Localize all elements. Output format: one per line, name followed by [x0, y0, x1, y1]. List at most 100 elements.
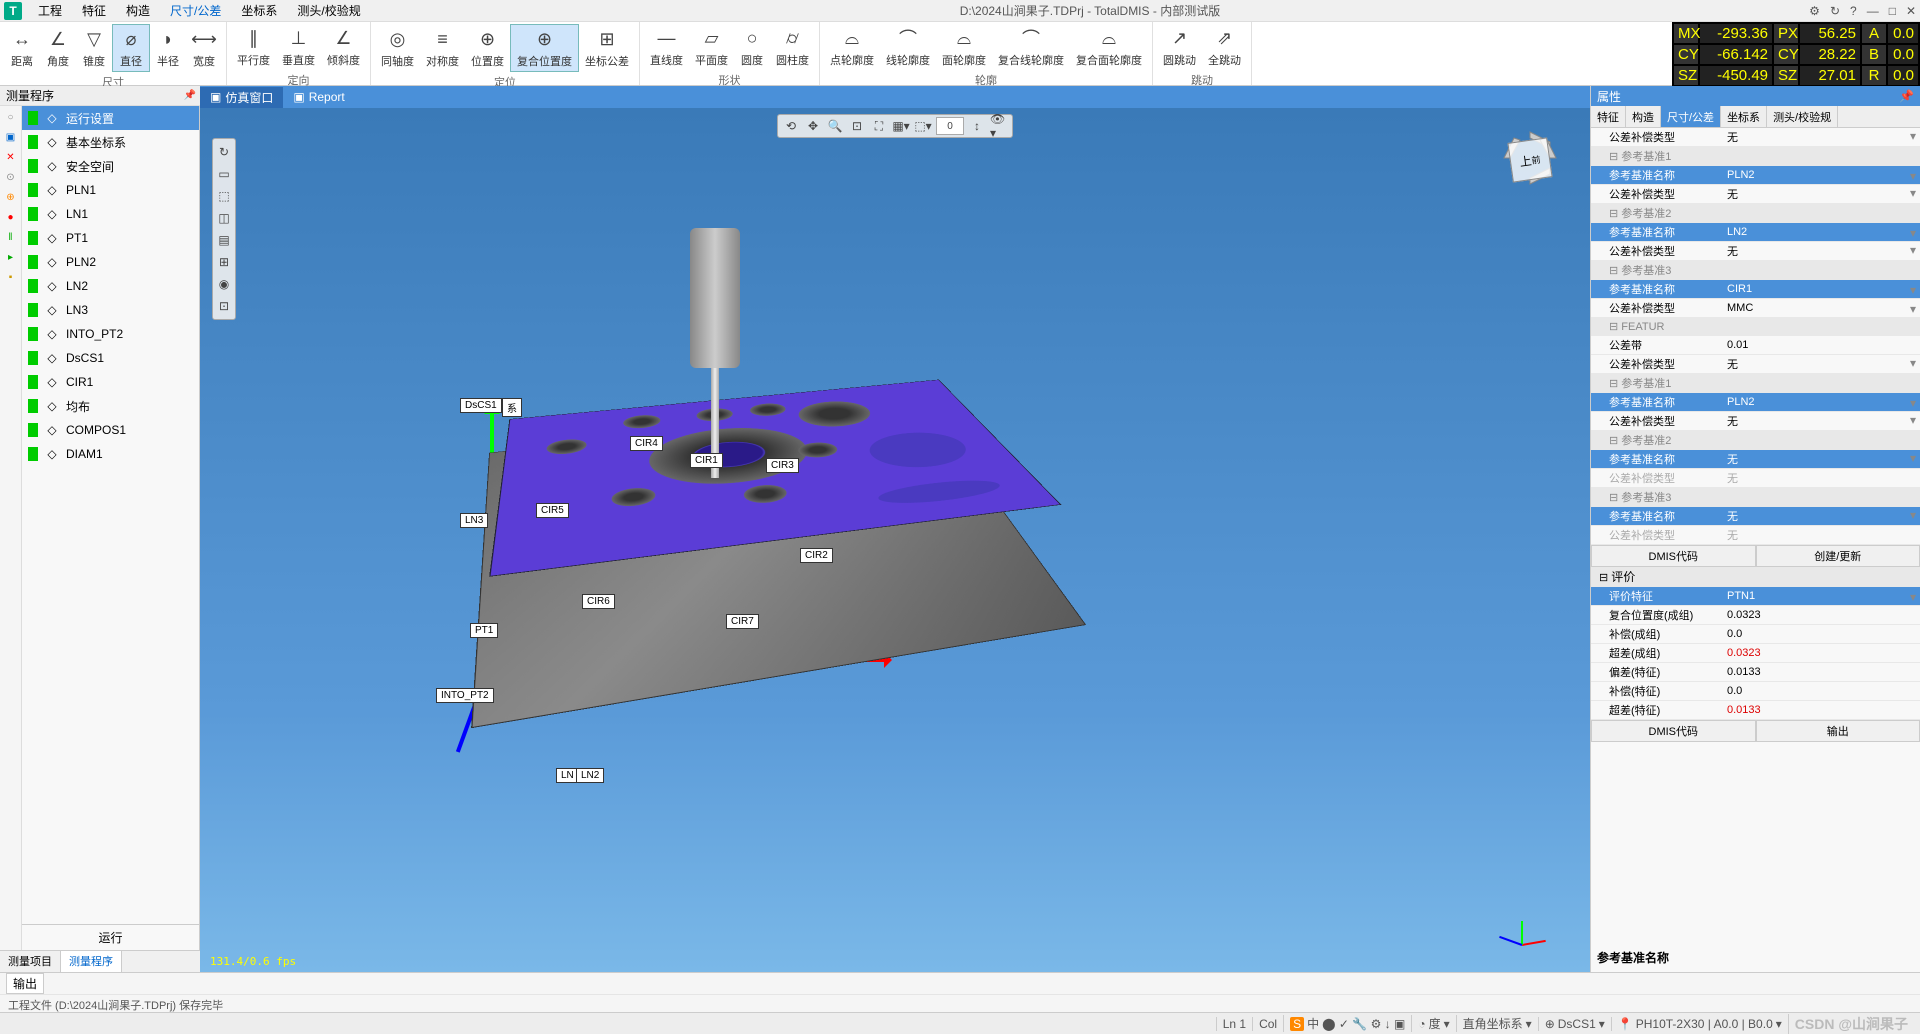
tool-icon[interactable]: ✕ [4, 150, 18, 164]
prop-tab-尺寸/公差[interactable]: 尺寸/公差 [1661, 106, 1721, 127]
view-tool-icon[interactable]: ⊞ [215, 253, 233, 271]
chevron-down-icon[interactable]: ▾ [1910, 590, 1916, 604]
view-tool-icon[interactable]: ◉ [215, 275, 233, 293]
chevron-down-icon[interactable]: ▾ [1910, 302, 1916, 316]
dmis-code-button[interactable]: DMIS代码 [1591, 545, 1756, 567]
prop-tab-特征[interactable]: 特征 [1591, 106, 1626, 127]
view-tool-icon[interactable]: ◫ [215, 209, 233, 227]
ribbon-复合线轮廓度[interactable]: ⌒复合线轮廓度 [992, 24, 1070, 70]
ribbon-倾斜度[interactable]: ∠倾斜度 [321, 24, 366, 70]
ribbon-角度[interactable]: ∠角度 [40, 24, 76, 72]
view-tool-icon[interactable]: ▦▾ [892, 117, 910, 135]
ribbon-距离[interactable]: ↔距离 [4, 24, 40, 72]
ribbon-圆度[interactable]: ○圆度 [734, 24, 770, 70]
tree-item-COMPOS1[interactable]: ◇COMPOS1 [22, 418, 199, 442]
menu-构造[interactable]: 构造 [116, 4, 160, 18]
view-tool-icon[interactable]: 👁▾ [990, 117, 1008, 135]
chevron-down-icon[interactable]: ▾ [1910, 283, 1916, 297]
prop-value[interactable]: 无▾ [1721, 242, 1920, 260]
menu-特征[interactable]: 特征 [72, 4, 116, 18]
tree-item-CIR1[interactable]: ◇CIR1 [22, 370, 199, 394]
tool-icon[interactable]: ‖ [4, 230, 18, 244]
chevron-down-icon[interactable]: ▾ [1910, 226, 1916, 240]
view-tool-icon[interactable]: ✥ [804, 117, 822, 135]
ribbon-锥度[interactable]: ▽锥度 [76, 24, 112, 72]
view-tab-仿真窗口[interactable]: ▣ 仿真窗口 [200, 87, 283, 108]
ribbon-复合位置度[interactable]: ⊕复合位置度 [510, 24, 579, 72]
run-button[interactable]: 运行 [22, 924, 199, 950]
prop-value[interactable]: LN2▾ [1721, 225, 1920, 239]
chevron-down-icon[interactable]: ▾ [1910, 451, 1916, 465]
tree-item-PLN1[interactable]: ◇PLN1 [22, 178, 199, 202]
prop-value[interactable]: PTN1▾ [1721, 589, 1920, 603]
output-tab[interactable]: 输出 [6, 973, 44, 994]
tool-icon[interactable]: ▣ [4, 130, 18, 144]
output-button[interactable]: 输出 [1756, 720, 1920, 742]
tool-icon[interactable]: ⊙ [4, 170, 18, 184]
view-tool-icon[interactable]: ▭ [215, 165, 233, 183]
status-deg[interactable]: ◔ 度 ▾ [1411, 1015, 1455, 1032]
titlebar-icon[interactable]: ✕ [1906, 4, 1916, 18]
prop-value[interactable]: 无▾ [1721, 128, 1920, 146]
titlebar-icon[interactable]: ⚙ [1809, 4, 1820, 18]
tree-item-安全空间[interactable]: ◇安全空间 [22, 154, 199, 178]
menu-尺寸/公差[interactable]: 尺寸/公差 [160, 4, 231, 18]
titlebar-icon[interactable]: ↻ [1830, 4, 1840, 18]
create-update-button[interactable]: 创建/更新 [1756, 545, 1920, 567]
prop-value[interactable]: PLN2▾ [1721, 168, 1920, 182]
dmis-code-button[interactable]: DMIS代码 [1591, 720, 1756, 742]
ribbon-平行度[interactable]: ∥平行度 [231, 24, 276, 70]
ribbon-同轴度[interactable]: ◎同轴度 [375, 24, 420, 72]
chevron-down-icon[interactable]: ▾ [1910, 129, 1916, 143]
pin-icon[interactable]: 📌 [184, 90, 196, 101]
ribbon-圆柱度[interactable]: ⌭圆柱度 [770, 24, 815, 70]
tree-item-INTO_PT2[interactable]: ◇INTO_PT2 [22, 322, 199, 346]
ribbon-点轮廓度[interactable]: ⌓点轮廓度 [824, 24, 880, 70]
prop-value[interactable]: 无▾ [1721, 412, 1920, 430]
tree-item-DIAM1[interactable]: ◇DIAM1 [22, 442, 199, 466]
view-tool-icon[interactable]: ↕ [968, 117, 986, 135]
prop-value[interactable]: 无▾ [1721, 450, 1920, 468]
status-ime[interactable]: S 中 ⬤ ✓ 🔧 ⚙ ↓ ▣ [1283, 1015, 1411, 1032]
ribbon-线轮廓度[interactable]: ⌒线轮廓度 [880, 24, 936, 70]
ribbon-垂直度[interactable]: ⊥垂直度 [276, 24, 321, 70]
ribbon-坐标公差[interactable]: ⊞坐标公差 [579, 24, 635, 72]
chevron-down-icon[interactable]: ▾ [1910, 243, 1916, 257]
tree-item-PLN2[interactable]: ◇PLN2 [22, 250, 199, 274]
prop-value[interactable]: CIR1▾ [1721, 282, 1920, 296]
ribbon-平面度[interactable]: ▱平面度 [689, 24, 734, 70]
prop-tab-测头/校验规[interactable]: 测头/校验规 [1767, 106, 1838, 127]
view-tool-icon[interactable]: ⊡ [215, 297, 233, 315]
prop-value[interactable]: 无▾ [1721, 507, 1920, 525]
tree-item-均布[interactable]: ◇均布 [22, 394, 199, 418]
prop-value[interactable]: 无▾ [1721, 355, 1920, 373]
prop-tab-构造[interactable]: 构造 [1626, 106, 1661, 127]
tree-item-PT1[interactable]: ◇PT1 [22, 226, 199, 250]
tree-item-LN1[interactable]: ◇LN1 [22, 202, 199, 226]
view-tool-icon[interactable]: ⟲ [782, 117, 800, 135]
prop-value[interactable]: PLN2▾ [1721, 395, 1920, 409]
menu-测头/校验规[interactable]: 测头/校验规 [287, 4, 370, 18]
ribbon-全跳动[interactable]: ⇗全跳动 [1202, 24, 1247, 70]
titlebar-icon[interactable]: ? [1850, 4, 1857, 18]
tool-icon[interactable]: ⊕ [4, 190, 18, 204]
view-tool-icon[interactable]: ⬚ [215, 187, 233, 205]
view-tab-Report[interactable]: ▣ Report [283, 88, 354, 106]
view-tool-input[interactable]: 0 [936, 117, 964, 135]
titlebar-icon[interactable]: □ [1889, 4, 1896, 18]
status-cs[interactable]: ⊕ DsCS1 ▾ [1538, 1017, 1611, 1031]
view-cube[interactable]: 上前 [1500, 128, 1560, 188]
view-tool-icon[interactable]: ⊡ [848, 117, 866, 135]
ribbon-圆跳动[interactable]: ↗圆跳动 [1157, 24, 1202, 70]
view-tool-icon[interactable]: 🔍 [826, 117, 844, 135]
tree-item-LN2[interactable]: ◇LN2 [22, 274, 199, 298]
pin-icon[interactable]: 📌 [1899, 89, 1914, 103]
chevron-down-icon[interactable]: ▾ [1910, 508, 1916, 522]
chevron-down-icon[interactable]: ▾ [1910, 169, 1916, 183]
prop-value[interactable]: 无▾ [1721, 185, 1920, 203]
tree-item-运行设置[interactable]: ◇运行设置 [22, 106, 199, 130]
chevron-down-icon[interactable]: ▾ [1910, 396, 1916, 410]
ribbon-面轮廓度[interactable]: ⌓面轮廓度 [936, 24, 992, 70]
tree-item-基本坐标系[interactable]: ◇基本坐标系 [22, 130, 199, 154]
view-tool-icon[interactable]: ⛶ [870, 117, 888, 135]
